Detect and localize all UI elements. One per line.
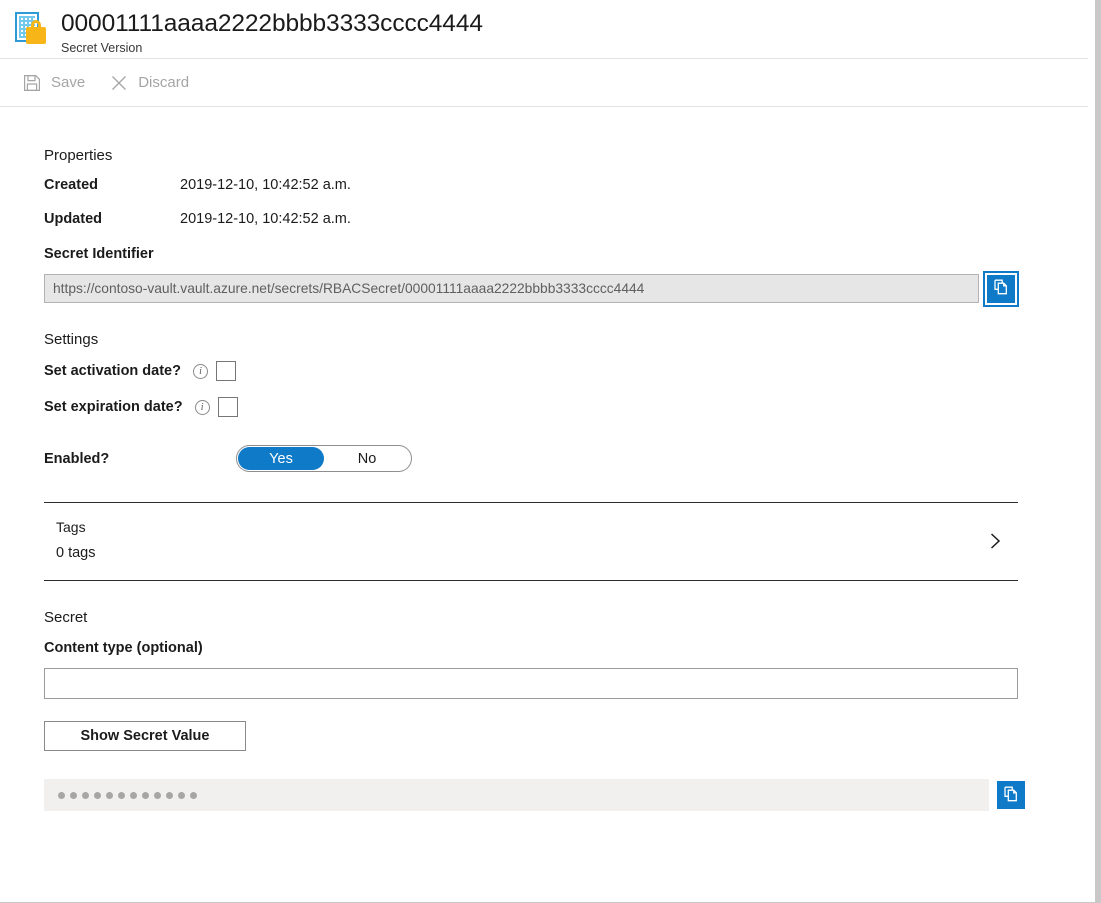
- discard-button-label: Discard: [138, 73, 190, 91]
- enabled-toggle-yes[interactable]: Yes: [238, 447, 324, 470]
- enabled-label: Enabled?: [44, 450, 110, 467]
- page-subtitle: Secret Version: [61, 41, 143, 55]
- enabled-row: Enabled? Yes No: [44, 445, 1095, 472]
- masked-dot: [130, 791, 137, 799]
- masked-dot: [94, 791, 101, 799]
- info-icon[interactable]: i: [192, 363, 208, 379]
- masked-dot: [178, 791, 185, 799]
- property-row-created: Created 2019-12-10, 10:42:52 a.m.: [44, 177, 1095, 193]
- tags-title: Tags: [56, 519, 86, 535]
- settings-heading: Settings: [44, 331, 99, 348]
- chevron-right-icon: [984, 530, 1006, 552]
- created-label: Created: [44, 177, 98, 193]
- save-floppy-icon: [22, 73, 42, 93]
- masked-dot: [70, 791, 77, 799]
- expiration-date-label: Set expiration date?: [44, 399, 183, 415]
- discard-button[interactable]: Discard: [99, 66, 199, 100]
- copy-icon: [1002, 785, 1020, 806]
- save-button[interactable]: Save: [12, 66, 95, 100]
- masked-dot: [166, 791, 173, 799]
- header-text-block: 00001111aaaa2222bbbb3333cccc4444 Secret …: [61, 9, 483, 56]
- close-x-icon: [109, 73, 129, 93]
- expiration-date-checkbox[interactable]: [217, 397, 238, 417]
- page-header: 00001111aaaa2222bbbb3333cccc4444 Secret …: [0, 0, 1088, 59]
- updated-label: Updated: [44, 211, 102, 227]
- command-bar: Save Discard: [0, 59, 1088, 107]
- show-secret-value-button[interactable]: Show Secret Value: [44, 721, 246, 751]
- enabled-toggle[interactable]: Yes No: [236, 445, 412, 472]
- properties-heading: Properties: [44, 147, 113, 164]
- masked-dot: [106, 791, 113, 799]
- masked-secret-dots: [58, 791, 197, 799]
- copy-icon: [992, 278, 1010, 299]
- content-type-label: Content type (optional): [44, 640, 203, 656]
- copy-secret-identifier-button[interactable]: [983, 270, 1019, 307]
- tags-text-block: Tags 0 tags: [56, 517, 984, 564]
- copy-secret-value-button[interactable]: [997, 781, 1025, 809]
- tags-count: 0 tags: [56, 545, 96, 561]
- secret-version-page: 00001111aaaa2222bbbb3333cccc4444 Secret …: [0, 0, 1101, 903]
- secret-identifier-input[interactable]: https://contoso-vault.vault.azure.net/se…: [44, 274, 979, 303]
- info-icon[interactable]: i: [194, 399, 210, 415]
- created-value: 2019-12-10, 10:42:52 a.m.: [180, 177, 351, 193]
- masked-dot: [82, 791, 89, 799]
- property-row-updated: Updated 2019-12-10, 10:42:52 a.m.: [44, 211, 1095, 227]
- masked-dot: [118, 791, 125, 799]
- masked-dot: [190, 791, 197, 799]
- masked-dot: [58, 791, 65, 799]
- masked-dot: [154, 791, 161, 799]
- secret-value-field[interactable]: [44, 779, 989, 811]
- tags-panel[interactable]: Tags 0 tags: [44, 502, 1018, 581]
- masked-dot: [142, 791, 149, 799]
- secret-heading: Secret: [44, 609, 88, 626]
- secret-identifier-row: https://contoso-vault.vault.azure.net/se…: [44, 270, 1095, 307]
- secret-value-row: [44, 779, 1095, 811]
- enabled-toggle-no[interactable]: No: [324, 447, 410, 470]
- updated-value: 2019-12-10, 10:42:52 a.m.: [180, 211, 351, 227]
- expiration-date-row: Set expiration date? i: [44, 397, 1095, 417]
- lock-body-icon-part: [26, 27, 46, 44]
- page-title: 00001111aaaa2222bbbb3333cccc4444: [61, 10, 483, 37]
- page-content: Properties Created 2019-12-10, 10:42:52 …: [0, 107, 1095, 811]
- activation-date-row: Set activation date? i: [44, 361, 1095, 381]
- save-button-label: Save: [51, 73, 86, 91]
- secret-version-icon: [13, 11, 49, 47]
- content-type-input[interactable]: [44, 668, 1018, 699]
- secret-identifier-label: Secret Identifier: [44, 246, 154, 262]
- activation-date-label: Set activation date?: [44, 363, 181, 379]
- activation-date-checkbox[interactable]: [215, 361, 236, 381]
